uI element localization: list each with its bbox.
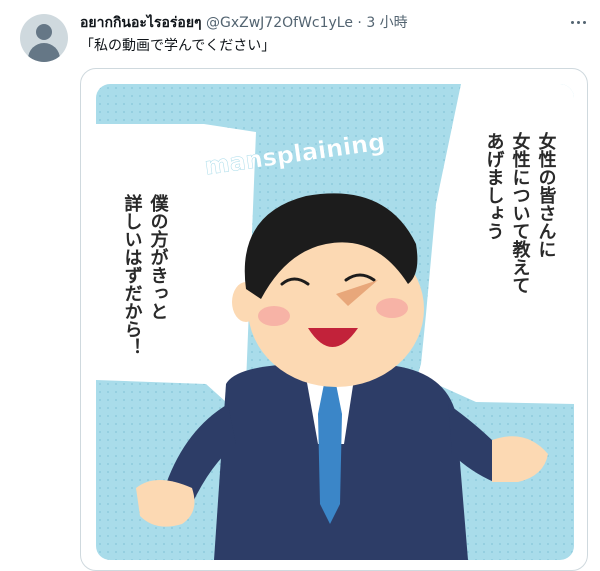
user-handle[interactable]: @GxZwJ72OfWc1yLe — [206, 15, 353, 31]
tweet-header: อยากกินอะไรอร่อยๆ @GxZwJ72OfWc1yLe · 3 小… — [80, 14, 408, 32]
more-options-icon[interactable] — [568, 12, 588, 32]
right-bubble-line-3: あげましょう — [484, 132, 505, 240]
media-card[interactable]: mansplaining 女性の皆さんに 女性について教えて あげましょう 僕の… — [80, 68, 588, 571]
avatar[interactable] — [20, 14, 68, 62]
left-cheek — [258, 306, 290, 326]
right-bubble-line-2: 女性について教えて — [510, 131, 531, 294]
tweet[interactable]: อยากกินอะไรอร่อยๆ @GxZwJ72OfWc1yLe · 3 小… — [0, 0, 600, 571]
right-cheek — [376, 298, 408, 318]
avatar-body-shape — [28, 43, 60, 62]
tie — [318, 384, 342, 524]
right-bubble-line-1: 女性の皆さんに — [536, 131, 557, 258]
illustration-image[interactable]: mansplaining 女性の皆さんに 女性について教えて あげましょう 僕の… — [96, 84, 574, 560]
left-bubble-line-1: 僕の方がきっと — [148, 193, 170, 320]
display-name[interactable]: อยากกินอะไรอร่อยๆ — [80, 15, 202, 31]
timestamp[interactable]: 3 小時 — [366, 15, 407, 31]
left-hand — [136, 480, 195, 527]
avatar-head-shape — [36, 24, 52, 40]
left-bubble-line-2: 詳しいはずだから！ — [122, 193, 143, 356]
tweet-text: 「私の動画で学んでください」 — [80, 38, 276, 54]
separator-dot: · — [357, 15, 362, 31]
